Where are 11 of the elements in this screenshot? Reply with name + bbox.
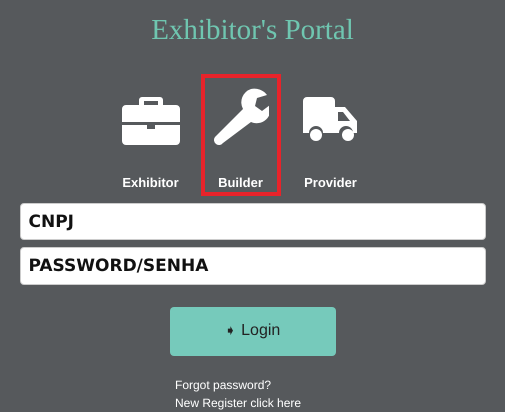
role-option[interactable]: Provider [290, 74, 370, 196]
wrench-icon [212, 87, 268, 145]
briefcase-icon [122, 95, 180, 145]
input-field[interactable]: PASSWORD/SENHA [20, 247, 486, 285]
role-option[interactable]: Exhibitor [110, 74, 190, 196]
portal-title: Exhibitor's Portal [151, 14, 354, 47]
login-button[interactable]: ➧ Login [170, 306, 336, 356]
text-link[interactable]: Forgot password? [175, 376, 302, 394]
input-field[interactable]: CNPJ [20, 203, 486, 240]
text-link[interactable]: New Register click here [175, 394, 302, 412]
role-option[interactable]: Builder [200, 74, 280, 196]
